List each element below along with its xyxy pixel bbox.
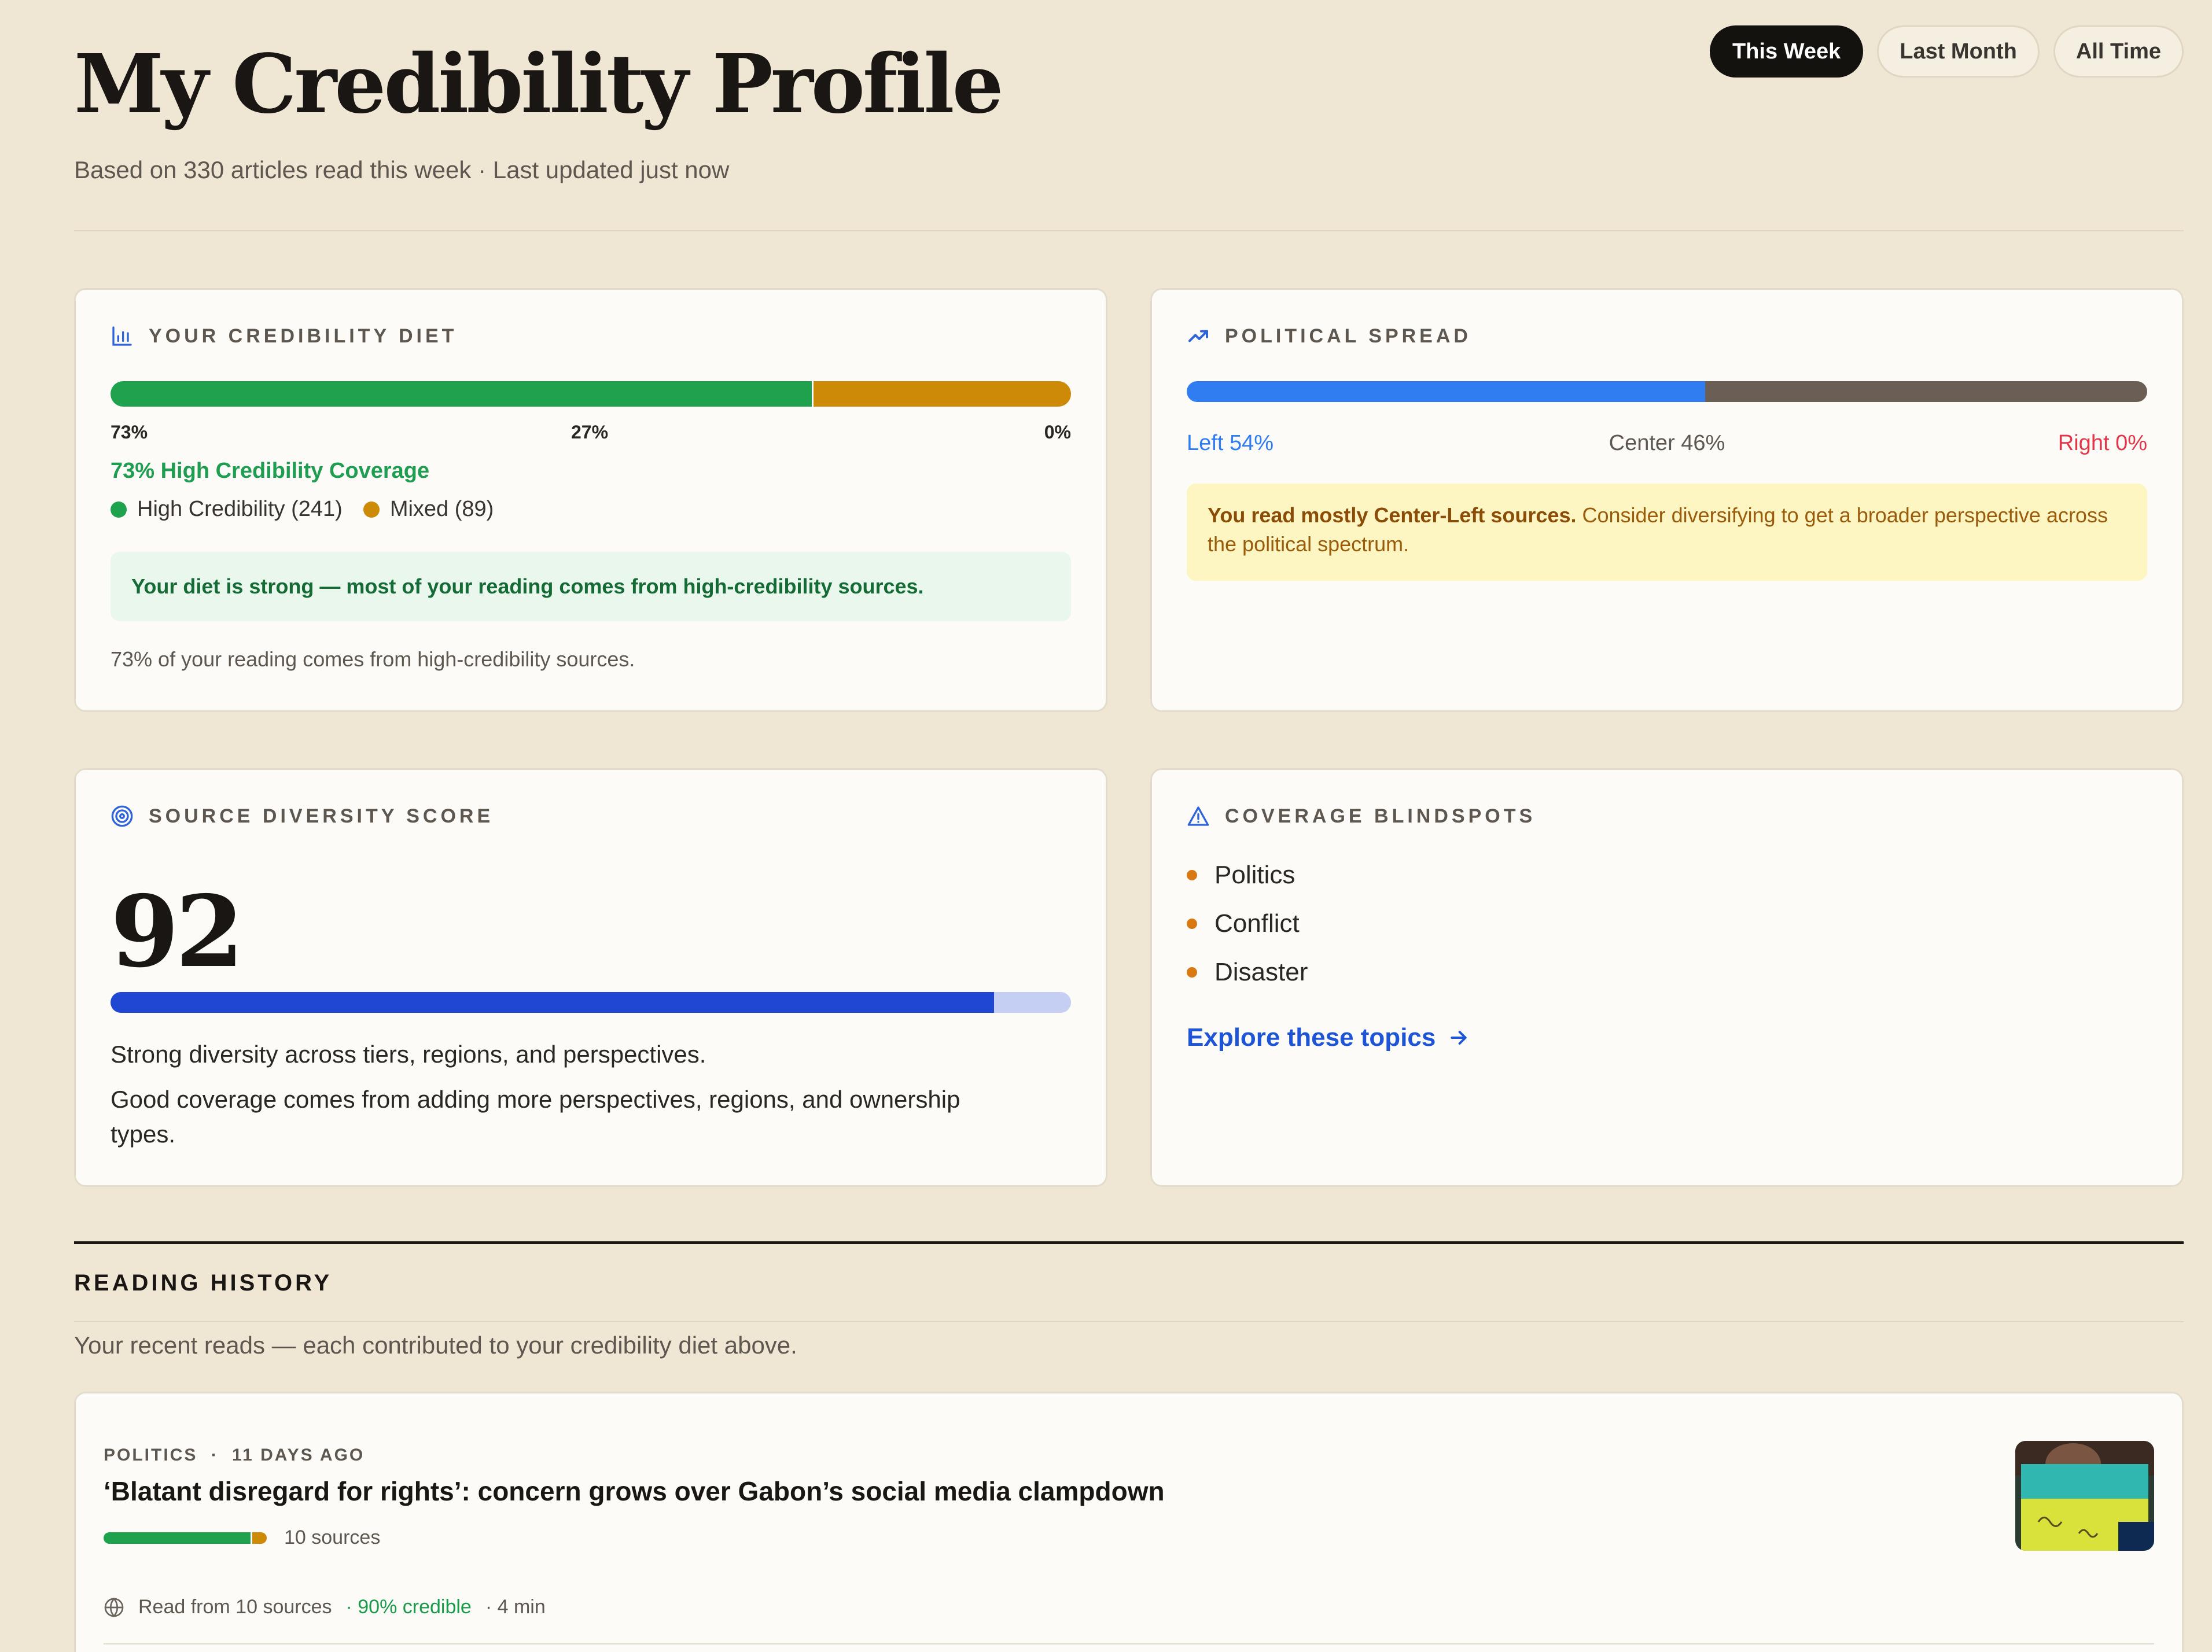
article-bar-mixed <box>250 1532 267 1544</box>
page: My Credibility Profile Based on 330 arti… <box>74 0 2184 1652</box>
credibility-bar-mixed <box>811 381 1071 407</box>
legend-high-label: High Credibility (241) <box>137 497 343 521</box>
political-bar-center <box>1705 381 2147 402</box>
diversity-bar <box>111 992 1071 1013</box>
right-label: Right 0% <box>2058 431 2147 455</box>
legend-dot-high <box>111 501 127 518</box>
credibility-diet-heading: YOUR CREDIBILITY DIET <box>149 325 458 347</box>
coverage-label: 73% High Credibility Coverage <box>111 459 430 483</box>
article-card[interactable]: POLITICS · 11 DAYS AGO ‘Blatant disregar… <box>74 1392 2184 1652</box>
credibility-percentages: 73% 27% 0% <box>111 422 1071 445</box>
header-divider <box>74 230 2184 231</box>
trending-up-icon <box>1188 330 1208 342</box>
pct-low: 0% <box>1044 422 1071 443</box>
spread-advice-note: You read mostly Center-Left sources. Con… <box>1187 484 2147 581</box>
globe-icon <box>104 1597 124 1617</box>
blindspot-label: Disaster <box>1214 958 1308 986</box>
range-this-week-button[interactable]: This Week <box>1709 25 1864 78</box>
article-age: 11 DAYS AGO <box>232 1446 365 1465</box>
article-divider <box>104 1643 2154 1644</box>
target-icon <box>111 805 133 827</box>
article-sources-count: 10 sources <box>284 1526 381 1548</box>
credibility-bar <box>111 381 1071 407</box>
article-thumbnail-image <box>2015 1441 2154 1551</box>
article-read-info: Read from 10 sources · 90% credible · 4 … <box>104 1596 546 1618</box>
page-subtitle: Based on 330 articles read this week · L… <box>74 156 730 183</box>
article-credibility-bar <box>104 1532 267 1544</box>
blindspot-label: Politics <box>1214 861 1295 889</box>
diet-verdict-note: Your diet is strong — most of your readi… <box>111 552 1071 621</box>
center-label: Center 46% <box>1609 431 1725 455</box>
pct-high: 73% <box>111 422 148 443</box>
warning-triangle-icon <box>1187 806 1209 826</box>
diet-footnote: 73% of your reading comes from high-cred… <box>111 647 635 671</box>
legend-mixed-label: Mixed (89) <box>389 497 494 521</box>
page-title: My Credibility Profile <box>74 37 1004 132</box>
coverage-blindspots-heading: COVERAGE BLINDSPOTS <box>1225 805 1536 827</box>
blindspot-list: Politics Conflict Disaster <box>1187 851 1308 997</box>
article-read-from: Read from 10 sources <box>138 1596 332 1618</box>
legend-dot-mixed <box>363 501 380 518</box>
blindspot-label: Conflict <box>1214 909 1300 938</box>
range-last-month-button[interactable]: Last Month <box>1877 25 2040 78</box>
political-spread-card: POLITICAL SPREAD Left 54% Center 46% Rig… <box>1150 288 2184 712</box>
bullet-dot <box>1187 967 1197 978</box>
article-credible: · 90% credible <box>345 1596 472 1618</box>
article-duration: · 4 min <box>485 1596 546 1618</box>
credibility-bar-high <box>111 381 812 407</box>
political-bar <box>1187 381 2147 402</box>
spread-advice-bold: You read mostly Center-Left sources. <box>1208 503 1577 527</box>
blindspot-item: Disaster <box>1187 948 1308 997</box>
left-label: Left 54% <box>1187 431 1274 455</box>
range-all-time-button[interactable]: All Time <box>2053 25 2184 78</box>
diversity-bar-fill <box>111 992 995 1013</box>
legend-mixed: Mixed (89) <box>363 497 494 522</box>
blindspot-item: Conflict <box>1187 899 1308 948</box>
credibility-legend: High Credibility (241) Mixed (89) <box>111 497 494 522</box>
political-labels: Left 54% Center 46% Right 0% <box>1187 431 2147 458</box>
bullet-dot <box>1187 919 1197 929</box>
diversity-score: 92 <box>111 874 244 990</box>
bar-chart-icon <box>112 326 132 346</box>
article-meta: POLITICS · 11 DAYS AGO <box>104 1446 365 1465</box>
article-headline[interactable]: ‘Blatant disregard for rights’: concern … <box>104 1476 1165 1507</box>
blindspot-item: Politics <box>1187 851 1308 899</box>
diversity-summary: Strong diversity across tiers, regions, … <box>111 1041 706 1068</box>
political-spread-heading: POLITICAL SPREAD <box>1225 325 1471 347</box>
reading-history-divider <box>74 1321 2184 1322</box>
source-diversity-heading: SOURCE DIVERSITY SCORE <box>149 805 494 827</box>
bullet-dot <box>1187 870 1197 880</box>
article-bar-high <box>104 1532 251 1544</box>
article-thumbnail[interactable] <box>2015 1441 2154 1551</box>
credibility-diet-card: YOUR CREDIBILITY DIET 73% 27% 0% 73% Hig… <box>74 288 1107 712</box>
source-diversity-card: SOURCE DIVERSITY SCORE 92 Strong diversi… <box>74 768 1107 1187</box>
reading-history-rule <box>74 1241 2184 1244</box>
legend-high: High Credibility (241) <box>111 497 343 522</box>
explore-topics-label: Explore these topics <box>1187 1023 1436 1052</box>
coverage-blindspots-card: COVERAGE BLINDSPOTS Politics Conflict Di… <box>1150 768 2184 1187</box>
article-category: POLITICS <box>104 1446 198 1465</box>
reading-history-subtitle: Your recent reads — each contributed to … <box>74 1332 797 1359</box>
reading-history-heading: READING HISTORY <box>74 1270 333 1296</box>
diversity-detail: Good coverage comes from adding more per… <box>111 1086 960 1148</box>
time-range-toggle: This Week Last Month All Time <box>1709 25 2184 78</box>
arrow-right-icon <box>1451 1031 1467 1045</box>
explore-topics-link[interactable]: Explore these topics <box>1187 1023 1470 1052</box>
political-bar-left <box>1187 381 1706 402</box>
pct-mixed: 27% <box>571 422 609 443</box>
